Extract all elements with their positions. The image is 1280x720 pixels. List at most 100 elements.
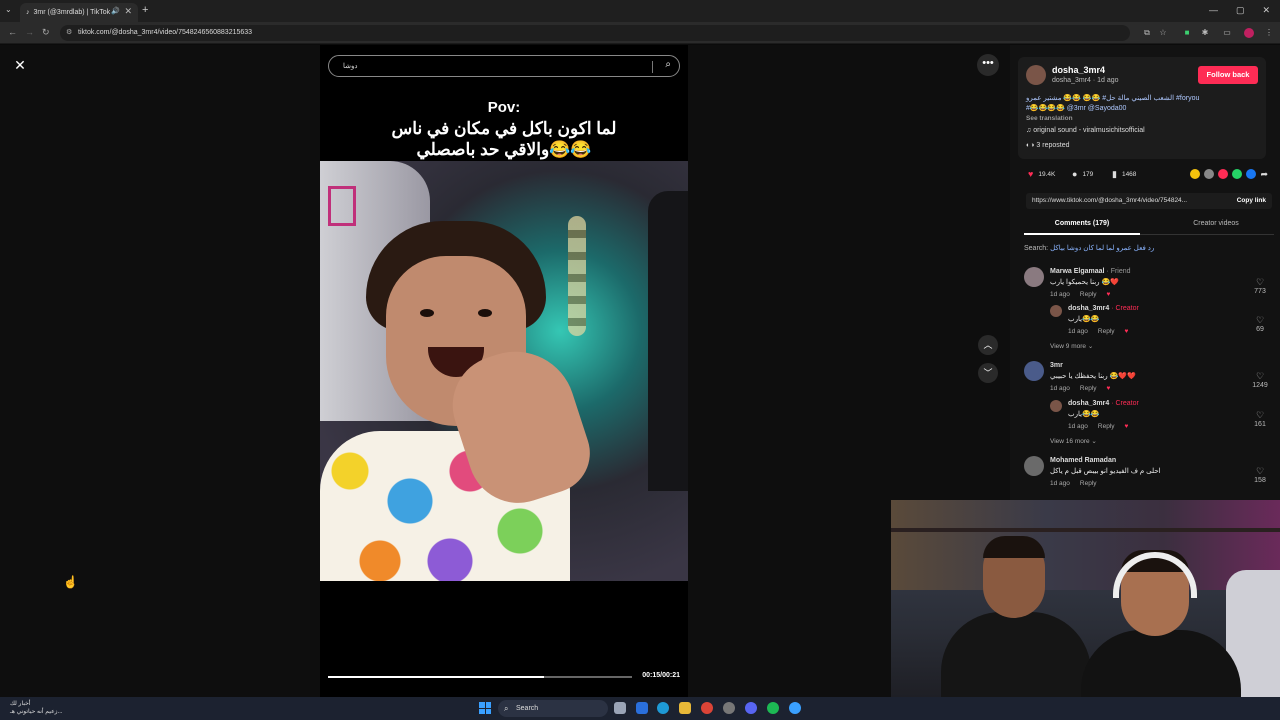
close-window-button[interactable]: ✕ [1262,5,1270,16]
install-app-icon[interactable]: ⧉ [1142,28,1152,38]
more-options-button[interactable]: ••• [977,54,999,76]
tiktok-favicon-icon: ♪ [26,9,30,16]
commenter-name[interactable]: 3mr [1050,362,1063,369]
heart-outline-icon: ♡ [1255,315,1265,325]
reply-item: dosha_3mr4 · Creator يارب😂😂 1d ago Reply ♥… [1024,305,1274,355]
reply-button[interactable]: Reply [1080,480,1097,487]
extensions-puzzle-icon[interactable]: ✱ [1200,28,1210,38]
spotify-icon[interactable] [767,702,779,714]
start-button-icon[interactable] [479,702,491,714]
replier-avatar[interactable] [1050,400,1062,412]
maximize-button[interactable]: ▢ [1236,5,1245,16]
bookmark-icon: ▮ [1112,169,1117,179]
webcam-overlay [891,500,1280,720]
previous-video-button[interactable]: ︿ [978,335,998,355]
share-tiktok-icon[interactable] [1218,169,1229,179]
view-more-replies[interactable]: View 9 more ⌄ [1050,342,1093,350]
comment-text: احلى م ف الفيديو انو بيبص قبل م ياكل [1050,468,1161,475]
share-whatsapp-icon[interactable] [1232,169,1243,179]
reply-like-button[interactable]: ♡ 69 [1250,315,1270,333]
sound-link[interactable]: ♫ original sound - viralmusichitsofficia… [1026,127,1145,134]
commenter-avatar[interactable] [1024,361,1044,381]
video-player[interactable]: دوشا ⌕ Pov: لما اكون باكل في مكان في ناس… [320,45,688,697]
reply-button[interactable]: Reply [1098,328,1115,335]
reply-button[interactable]: Reply [1080,291,1097,298]
tab-close-icon[interactable]: ✕ [124,6,132,17]
creator-avatar[interactable] [1026,65,1046,85]
share-arrow-icon[interactable]: ➦ [1260,169,1268,180]
commenter-name[interactable]: Mohamed Ramadan [1050,457,1116,464]
share-facebook-icon[interactable] [1246,169,1257,179]
reposted-info[interactable]: ◐◑ 3 reposted [1026,142,1070,149]
next-video-button[interactable]: ﹀ [978,363,998,383]
sidebar-icon[interactable]: ▭ [1222,28,1232,38]
heart-icon: ♥ [1028,169,1034,179]
tab-list-chevron-icon[interactable]: ⌄ [5,5,12,14]
task-view-icon[interactable] [614,702,626,714]
profile-avatar[interactable] [1244,28,1254,38]
browser-menu-icon[interactable]: ⋮ [1264,28,1274,38]
tab-creator-videos[interactable]: Creator videos [1158,220,1274,227]
commenter-name[interactable]: Marwa Elgamaal · Friend [1050,268,1131,275]
replier-name[interactable]: dosha_3mr4 · Creator [1068,400,1139,407]
comment-search-hint[interactable]: Search: رد فعل عمرو لما لما كان دوشا بيا… [1024,244,1154,252]
video-progress-bar[interactable] [328,676,632,678]
settings-icon[interactable] [723,702,735,714]
reply-time: 1d ago [1068,423,1088,430]
follow-back-button[interactable]: Follow back [1198,66,1258,84]
save-button[interactable]: ▮ 1468 [1112,169,1136,180]
comment-time: 1d ago [1050,291,1070,298]
creator-username[interactable]: dosha_3mr4 [1052,65,1105,75]
reply-button[interactable]: Reply [1098,423,1115,430]
see-translation-link[interactable]: See translation [1026,115,1073,122]
comment-like-button[interactable]: ♡ 158 [1250,466,1270,484]
outlook-icon[interactable] [636,702,648,714]
tab-comments[interactable]: Comments (179) [1024,220,1140,227]
commenter-name-text: Mohamed Ramadan [1050,457,1117,464]
like-button[interactable]: ♥ 19.4K [1028,169,1055,179]
reply-button[interactable]: Reply [1080,385,1097,392]
chrome-icon[interactable] [701,702,713,714]
dark-chair [648,191,688,491]
minimize-button[interactable]: — [1209,5,1218,16]
discord-icon[interactable] [745,702,757,714]
edge-icon[interactable] [657,702,669,714]
extension-icon[interactable]: ■ [1182,28,1192,38]
reload-icon[interactable]: ↻ [42,27,50,38]
reply-like-button[interactable]: ♡ 161 [1250,410,1270,428]
creator-tag: · Creator [1109,305,1139,312]
browser-tab[interactable]: ♪ 3mr (@3mrdlab) | TikTok 🔊 ✕ [20,3,138,22]
share-link-row: https://www.tiktok.com/@dosha_3mr4/video… [1026,193,1272,209]
site-info-icon[interactable]: ⚙ [66,25,72,41]
forward-icon[interactable]: → [25,27,34,37]
post-description-line-1: الشعب الصيني مالة حل# 😂😂 😂😂 مشتير عمرو #… [1026,95,1200,102]
speaker-icon[interactable]: 🔊 [111,7,120,15]
address-bar[interactable]: ⚙ tiktok.com/@dosha_3mr4/video/754824656… [60,25,1130,41]
replier-name[interactable]: dosha_3mr4 · Creator [1068,305,1139,312]
share-embed-icon[interactable] [1204,169,1215,179]
comment-like-button[interactable]: ♡ 1249 [1250,371,1270,389]
replier-avatar[interactable] [1050,305,1062,317]
heart-outline-icon: ♡ [1255,371,1265,381]
share-link-text[interactable]: https://www.tiktok.com/@dosha_3mr4/video… [1032,197,1187,204]
file-explorer-icon[interactable] [679,702,691,714]
search-icon[interactable]: ⌕ [665,59,671,70]
taskbar-search[interactable]: ⌕ Search [498,700,608,717]
back-icon[interactable]: ← [8,27,17,37]
comment-like-button[interactable]: ♡ 773 [1250,277,1270,295]
share-coin-icon[interactable] [1190,169,1201,179]
app-icon[interactable] [789,702,801,714]
sound-name: original sound - viralmusichitsofficial [1033,127,1145,134]
news-widget[interactable]: أخبار لك زعيم أنه حياتوني هـ... [10,700,63,716]
comment-item: 3mr ربنا يحفظك يا حبيبي 😂❤️❤️ 1d ago Repl… [1024,361,1274,397]
commenter-avatar[interactable] [1024,456,1044,476]
bookmark-star-icon[interactable]: ☆ [1158,28,1168,38]
view-more-replies[interactable]: View 16 more ⌄ [1050,437,1097,445]
close-video-button[interactable]: ✕ [10,55,30,75]
commenter-avatar[interactable] [1024,267,1044,287]
comment-button[interactable]: ● 179 [1072,169,1093,179]
new-tab-button[interactable]: + [142,4,148,16]
video-search-bar[interactable]: دوشا ⌕ [328,55,680,77]
copy-link-button[interactable]: Copy link [1237,197,1266,204]
reply-text: يارب😂😂 [1068,316,1100,323]
